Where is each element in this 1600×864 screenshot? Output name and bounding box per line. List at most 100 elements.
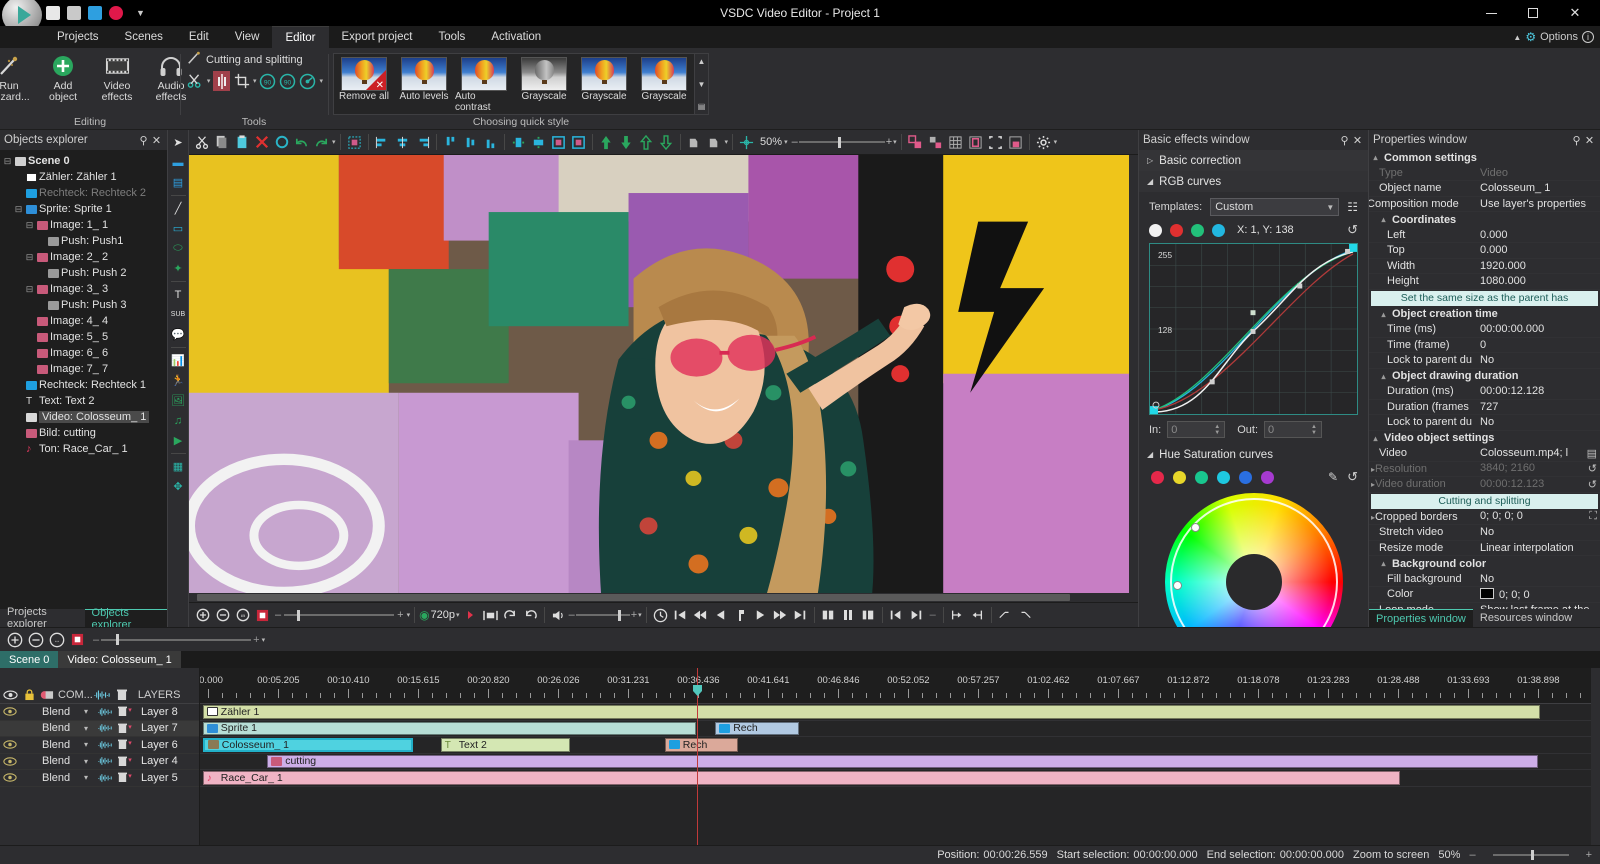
timeline-track[interactable]: ♪ Race_Car_ 1: [200, 770, 1600, 787]
bring-forward-icon[interactable]: [597, 133, 616, 152]
property-value[interactable]: Video: [1477, 167, 1600, 179]
rgb-channel-blue[interactable]: [1212, 223, 1225, 237]
timeline-ruler[interactable]: 00.000 00:05.205 00:10.410 00:15.615 00:20.8…: [200, 668, 1600, 704]
minimize-button[interactable]: [1470, 0, 1512, 26]
loop-region-icon[interactable]: [501, 606, 520, 625]
wheel-handle-2[interactable]: [1172, 581, 1182, 590]
property-value[interactable]: No: [1477, 416, 1600, 428]
redo-icon[interactable]: [312, 133, 331, 152]
record-icon[interactable]: [109, 6, 123, 20]
rewind-icon[interactable]: [691, 606, 710, 625]
tab-resources-window[interactable]: Resources window: [1473, 609, 1579, 627]
align-middle-icon[interactable]: [461, 133, 480, 152]
timeline-zoom-plus[interactable]: +: [397, 609, 403, 621]
tree-node-10[interactable]: Image: 4_ 4: [2, 313, 167, 329]
timeline-clip[interactable]: Zähler 1: [202, 705, 1540, 719]
hue-swatch-blue[interactable]: [1239, 470, 1252, 484]
rotate-right-90-icon[interactable]: 90: [279, 71, 296, 91]
property-group-header[interactable]: ▴ Coordinates: [1369, 212, 1600, 228]
property-row[interactable]: Object name Colosseum_ 1: [1369, 181, 1600, 197]
play-icon[interactable]: [751, 606, 770, 625]
tree-node-0[interactable]: ⊟ Scene 0: [2, 153, 167, 169]
layer-visibility-toggle[interactable]: [0, 707, 20, 716]
timeline-clip[interactable]: Colosseum_ 1: [202, 738, 413, 752]
timeline-clip[interactable]: ♪ Race_Car_ 1: [202, 771, 1400, 785]
layer-visibility-toggle[interactable]: [0, 773, 20, 782]
hue-swatch-cyan[interactable]: [1217, 470, 1230, 484]
tl-zoom-caret-icon[interactable]: ▾: [262, 636, 266, 644]
layer-visibility-toggle[interactable]: [0, 740, 20, 749]
prev-marker-icon[interactable]: [887, 606, 906, 625]
property-row[interactable]: Lock to parent du No: [1369, 415, 1600, 431]
reset-icon[interactable]: ↺: [1588, 462, 1597, 475]
scene-tab-scene0[interactable]: Scene 0: [0, 651, 59, 668]
eyedropper-icon[interactable]: ✎: [1328, 470, 1338, 484]
wheel-handle-1[interactable]: [1190, 523, 1200, 532]
property-row[interactable]: Type Video: [1369, 166, 1600, 181]
property-value[interactable]: Linear interpolation: [1477, 542, 1600, 554]
grid-icon[interactable]: ▦: [169, 457, 188, 476]
tree-expander-icon[interactable]: ⊟: [24, 284, 35, 295]
settings-icon[interactable]: [1034, 133, 1053, 152]
subtitle-icon[interactable]: SUB: [169, 305, 188, 324]
scene-tab-video-colosseum[interactable]: Video: Colosseum_ 1: [58, 651, 181, 668]
chevron-down-icon[interactable]: ▾: [84, 707, 96, 716]
property-group-header[interactable]: ▴ Object creation time: [1369, 306, 1600, 322]
volume-minus[interactable]: –: [569, 609, 575, 621]
property-group-header[interactable]: ▴ Object drawing duration: [1369, 368, 1600, 384]
property-value[interactable]: 0; 0; 0; 0 ⛶: [1477, 510, 1600, 523]
trash-icon[interactable]: [111, 689, 133, 701]
split-marker-icon[interactable]: [213, 71, 231, 91]
eye-icon[interactable]: ◉: [419, 608, 429, 622]
layer-name[interactable]: Layer 4: [136, 755, 199, 767]
property-value[interactable]: 727: [1477, 401, 1600, 413]
distribute-h-icon[interactable]: [509, 133, 528, 152]
fit-height-icon[interactable]: [569, 133, 588, 152]
crop-caret-icon[interactable]: ▾: [253, 77, 257, 85]
align-center-h-icon[interactable]: [393, 133, 412, 152]
timeline-tracks-column[interactable]: 00.000 00:05.205 00:10.410 00:15.615 00:20.8…: [200, 668, 1600, 845]
property-value[interactable]: 0.000: [1477, 244, 1600, 256]
quick-style-auto-contrast[interactable]: Auto contrast: [454, 54, 514, 114]
rgb-out-input[interactable]: 0 ▲ ▼: [1264, 421, 1323, 438]
layer-name[interactable]: Layer 6: [136, 739, 199, 751]
property-value[interactable]: 00:00:12.123 ↺: [1477, 478, 1600, 491]
layer-name[interactable]: Layer 5: [136, 772, 199, 784]
preview-zoom-select[interactable]: 50% ▾: [757, 136, 791, 148]
waveform-icon[interactable]: [96, 707, 114, 717]
rectangle-icon[interactable]: ▭: [169, 219, 188, 238]
pause-icon[interactable]: [839, 606, 858, 625]
send-to-back-icon[interactable]: [657, 133, 676, 152]
rgb-channel-red[interactable]: [1170, 223, 1183, 237]
waveform-icon[interactable]: [93, 689, 111, 701]
layer-front-icon[interactable]: ▬: [169, 153, 188, 172]
cut-icon[interactable]: [192, 133, 211, 152]
property-value[interactable]: Colosseum_ 1: [1477, 182, 1600, 194]
ellipse-icon[interactable]: ⬭: [169, 239, 188, 258]
stop-red-icon[interactable]: [253, 606, 272, 625]
chevron-down-icon[interactable]: ▾: [84, 757, 96, 766]
tree-expander-icon[interactable]: ⊟: [24, 220, 35, 231]
property-value[interactable]: 00:00:12.128: [1477, 385, 1600, 397]
property-row[interactable]: Lock to parent du No: [1369, 353, 1600, 369]
marker-icon[interactable]: [731, 606, 750, 625]
layer-delete-button[interactable]: ▾: [114, 723, 136, 734]
gallery-scroll-up-icon[interactable]: ▲: [695, 54, 708, 69]
loop-a-icon[interactable]: [996, 606, 1015, 625]
property-value[interactable]: 0; 0; 0: [1477, 587, 1600, 601]
lock-icon[interactable]: [20, 688, 38, 701]
layer-name[interactable]: Layer 8: [136, 706, 199, 718]
resolution-caret-icon[interactable]: ▾: [456, 611, 460, 619]
zoom-slider-caret-icon[interactable]: ▾: [893, 138, 897, 146]
rotate-free-icon[interactable]: [299, 71, 316, 91]
tree-node-9[interactable]: Push: Push 3: [2, 297, 167, 313]
video-icon[interactable]: ▶: [169, 431, 188, 450]
property-value[interactable]: 0.000: [1477, 229, 1600, 241]
property-value[interactable]: 1080.000: [1477, 275, 1600, 287]
callout-icon[interactable]: 💬: [169, 325, 188, 344]
send-backward-icon[interactable]: [617, 133, 636, 152]
timeline-scale-slider[interactable]: [101, 633, 252, 647]
color-swatch[interactable]: [1480, 587, 1494, 599]
property-value[interactable]: 0: [1477, 339, 1600, 351]
pan-icon[interactable]: [737, 133, 756, 152]
